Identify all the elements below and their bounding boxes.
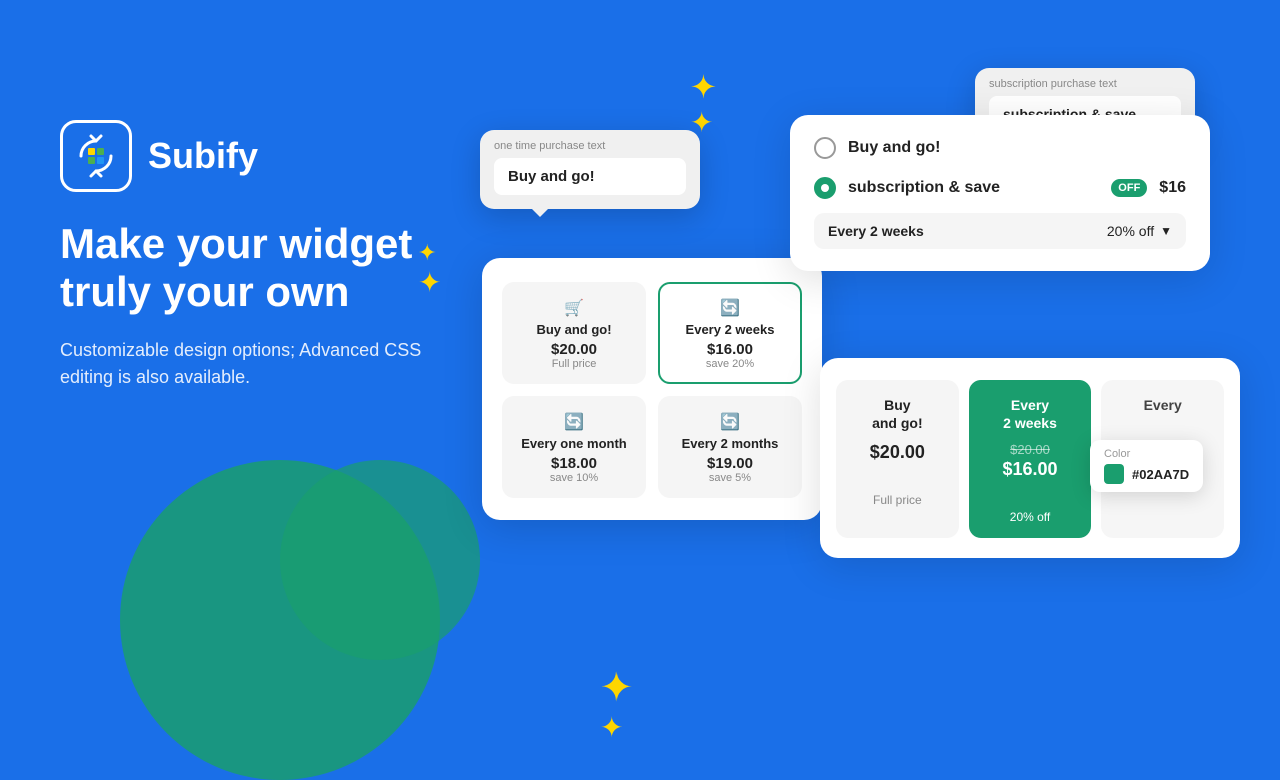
radio-subscription[interactable] xyxy=(814,177,836,199)
otp-button[interactable]: Buy and go! xyxy=(494,158,686,195)
card-buy-go-sub: Full price xyxy=(514,358,634,370)
bottom-card-2w-price: $16.00 xyxy=(979,459,1082,480)
card-every-1m-sub: save 10% xyxy=(514,472,634,484)
color-hex-value: #02AA7D xyxy=(1132,467,1189,482)
refresh-icon-2m: 🔄 xyxy=(720,412,740,432)
cart-icon: 🛒 xyxy=(564,298,584,318)
card-every-2w-price: $16.00 xyxy=(670,341,790,358)
card-every-2m-sub: save 5% xyxy=(670,472,790,484)
cards-grid: 🛒 Buy and go! $20.00 Full price 🔄 Every … xyxy=(502,282,802,498)
card-every-2m-price: $19.00 xyxy=(670,455,790,472)
logo-area: Subify xyxy=(60,120,440,192)
card-every-1m-title: Every one month xyxy=(514,436,634,451)
otp-label: one time purchase text xyxy=(494,140,686,152)
color-popup-inner: Color #02AA7D xyxy=(1104,448,1189,484)
card-buy-go[interactable]: 🛒 Buy and go! $20.00 Full price xyxy=(502,282,646,384)
card-buy-go-title: Buy and go! xyxy=(514,322,634,337)
card-buy-go-price: $20.00 xyxy=(514,341,634,358)
card-every-2w-sub: save 20% xyxy=(670,358,790,370)
logo-icon xyxy=(60,120,132,192)
decorative-blob-2 xyxy=(280,460,480,660)
sub-option-2-label: subscription & save xyxy=(848,179,1093,197)
left-section: Subify Make your widget truly your own C… xyxy=(60,120,440,391)
card-every-1m[interactable]: 🔄 Every one month $18.00 save 10% xyxy=(502,396,646,498)
radio-buy-go[interactable] xyxy=(814,137,836,159)
bottom-card-buy-go-price: $20.00 xyxy=(846,442,949,463)
frequency-label: Every 2 weeks xyxy=(828,223,924,239)
color-row: #02AA7D xyxy=(1104,464,1189,484)
color-swatch[interactable] xyxy=(1104,464,1124,484)
sub-popup-label: subscription purchase text xyxy=(989,78,1181,90)
subscription-panel: Buy and go! subscription & save OFF $16 … xyxy=(790,115,1210,271)
bottom-card-buy-go-title: Buyand go! xyxy=(846,396,949,432)
sub-option-1-row: Buy and go! xyxy=(814,137,1186,159)
bottom-card-buy-go-off: Full price xyxy=(846,493,949,507)
bottom-card-buy-go[interactable]: Buyand go! $20.00 Full price xyxy=(836,380,959,538)
otp-popup-widget: one time purchase text Buy and go! xyxy=(480,130,700,209)
card-every-2m[interactable]: 🔄 Every 2 months $19.00 save 5% xyxy=(658,396,802,498)
headline: Make your widget truly your own xyxy=(60,220,440,317)
main-selector-widget: 🛒 Buy and go! $20.00 Full price 🔄 Every … xyxy=(482,258,822,520)
card-every-2m-title: Every 2 months xyxy=(670,436,790,451)
sub-option-2-row: subscription & save OFF $16 xyxy=(814,177,1186,199)
color-picker-popup: Color #02AA7D xyxy=(1090,440,1203,492)
chevron-down-icon: ▼ xyxy=(1160,224,1172,238)
bottom-card-2w-price-old: $20.00 xyxy=(979,442,1082,457)
refresh-icon-2w: 🔄 xyxy=(720,298,740,318)
bottom-card-every-2w[interactable]: Every2 weeks $20.00 $16.00 20% off xyxy=(969,380,1092,538)
refresh-icon-1m: 🔄 xyxy=(564,412,584,432)
bottom-card-2w-title: Every2 weeks xyxy=(979,396,1082,432)
subtext: Customizable design options; Advanced CS… xyxy=(60,337,440,391)
brand-name: Subify xyxy=(148,135,258,177)
card-every-1m-price: $18.00 xyxy=(514,455,634,472)
bottom-card-x-title: Every xyxy=(1111,396,1214,414)
sub-price: $16 xyxy=(1159,179,1186,197)
off-badge: OFF xyxy=(1111,179,1147,197)
card-every-2w[interactable]: 🔄 Every 2 weeks $16.00 save 20% xyxy=(658,282,802,384)
card-every-2w-title: Every 2 weeks xyxy=(670,322,790,337)
frequency-selector[interactable]: Every 2 weeks 20% off ▼ xyxy=(814,213,1186,249)
bottom-card-2w-off: 20% off xyxy=(979,510,1082,524)
discount-label: 20% off ▼ xyxy=(1107,223,1172,239)
sub-option-1-label: Buy and go! xyxy=(848,139,1186,157)
color-label: Color xyxy=(1104,448,1189,460)
